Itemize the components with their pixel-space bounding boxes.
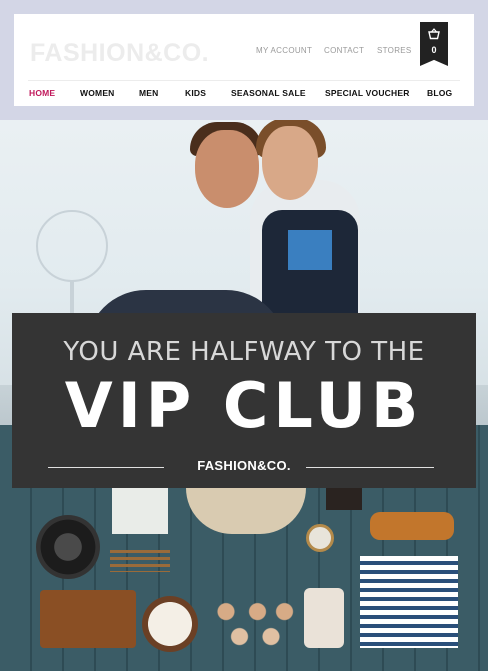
banner-title: VIP CLUB [64,369,424,442]
vip-banner[interactable]: YOU ARE HALFWAY TO THE VIP CLUB FASHION&… [12,313,476,488]
stores-link[interactable]: STORES [377,46,412,55]
banner-brand: FASHION&CO. [197,458,291,473]
cart-button[interactable]: 0 [420,22,448,66]
model-man-face [195,130,259,208]
nav-special-voucher[interactable]: SPECIAL VOUCHER [325,88,410,98]
model-woman-face [262,126,318,200]
sunglasses [370,512,454,540]
nav-men[interactable]: MEN [139,88,159,98]
seashells [208,596,298,648]
basket-icon [428,28,440,40]
camera-lens [36,515,100,579]
nav-divider [28,80,460,81]
leather-wallet [40,590,136,648]
nav-kids[interactable]: KIDS [185,88,206,98]
my-account-link[interactable]: MY ACCOUNT [256,46,312,55]
nav-women[interactable]: WOMEN [80,88,115,98]
phone-case [304,588,344,648]
coconut [142,596,198,652]
pocket-watch [306,524,334,552]
site-header: FASHION&CO. MY ACCOUNT CONTACT STORES 0 … [14,14,474,106]
model-woman-stripe [288,230,332,270]
striped-towel [360,556,458,648]
nav-blog[interactable]: BLOG [427,88,452,98]
cart-count: 0 [431,45,437,55]
banner-headline: YOU ARE HALFWAY TO THE [63,337,425,367]
nav-seasonal-sale[interactable]: SEASONAL SALE [231,88,306,98]
ferris-wheel [36,210,108,282]
pencils [110,550,170,572]
contact-link[interactable]: CONTACT [324,46,364,55]
dark-wallet [326,486,362,510]
nav-home[interactable]: HOME [29,88,55,98]
site-logo[interactable]: FASHION&CO. [30,39,209,68]
notebook [112,488,168,534]
